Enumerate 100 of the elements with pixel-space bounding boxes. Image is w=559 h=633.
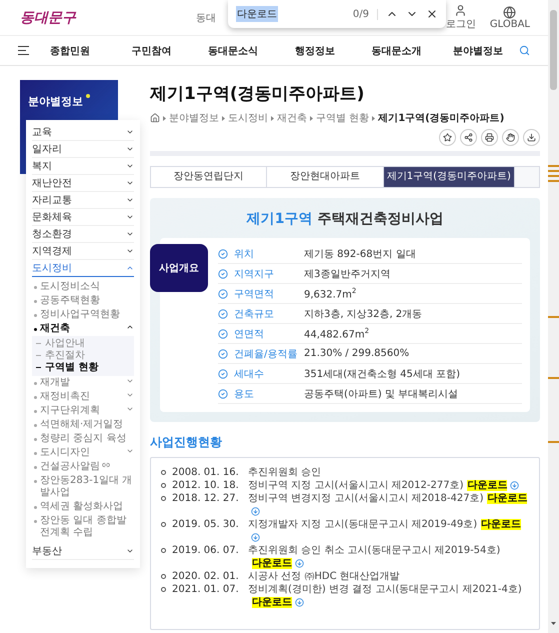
hand-button[interactable] [502,129,519,146]
chevron-right-icon [310,116,313,120]
history-text: 정비구역 지정 고시(서울시고시 제2012-277호) [248,480,464,491]
sidebar-item[interactable]: 문화체육 [32,209,134,226]
scrollbar-drawing[interactable] [548,0,559,633]
menu-button[interactable] [18,46,29,55]
breadcrumb-link[interactable]: 분야별정보 [169,111,219,125]
tab[interactable]: 제기1구역(경동미주아파트) [384,167,515,187]
chevron-down-icon [126,162,134,170]
field-value: 공동주택(아파트) 및 부대복리시설 [304,388,458,400]
tab[interactable]: 장안동연립단지 [151,167,268,187]
check-icon [218,248,228,258]
download-icon [527,133,536,142]
chevron-down-icon [126,447,134,455]
submenu-item[interactable]: 공동주택현황 [32,294,134,308]
globe-icon [503,6,516,18]
history-text: 추진위원회 승인 취소 고시(동대문구고시 제2019-54호) [248,545,500,556]
submenu-item[interactable]: 역세권 활성화사업 [32,500,134,514]
submenu-item[interactable]: 석면해체·제거일정 [32,418,134,432]
sidebar-item[interactable]: 일자리 [32,141,134,158]
bullet-icon [161,483,166,488]
nav-item[interactable]: 동대문소개 [356,44,438,58]
share-button[interactable] [460,129,477,146]
field-value: 21.30% / 299.8560% [304,348,410,359]
nav-item[interactable]: 구민참여 [110,44,192,58]
submenu-item[interactable]: 지구단위계획 [32,404,134,418]
match-count: 0/9 [352,8,378,20]
sidebar-item[interactable]: 복지 [32,158,134,175]
sidebar-item[interactable]: 재난안전 [32,175,134,192]
download-link[interactable]: 다운로드 [252,558,292,569]
chevron-down-icon [126,179,134,187]
logo[interactable]: 동대문구 [20,8,76,26]
submenu-item[interactable]: 정비사업구역현황 [32,308,134,322]
submenu-item[interactable]: 도시디자인 [32,446,134,460]
download-button[interactable] [523,129,540,146]
printer-icon [485,133,494,142]
breadcrumb-link[interactable]: 도시정비 [228,111,268,125]
submenu-item[interactable]: 청량리 중심지 육성 [32,432,134,446]
history-date: 2019. 05. 30. [172,518,240,531]
sidebar-item[interactable]: 청소환경 [32,226,134,243]
check-icon [218,368,228,378]
bullet-icon [161,496,166,501]
chevron-down-icon [126,247,134,255]
check-icon [218,348,228,358]
global-button[interactable]: GLOBAL [486,6,534,30]
chevron-down-icon [126,547,134,555]
chevron-up-icon [126,264,134,272]
download-icon[interactable] [251,506,260,516]
download-link[interactable]: 다운로드 [487,493,528,504]
menu-icon [18,46,29,55]
sidebar-item[interactable]: 자리교통 [32,192,134,209]
submenu-item[interactable]: 재개발 [32,376,134,390]
nav-item[interactable]: 종합민원 [29,44,111,58]
download-icon[interactable] [295,558,304,568]
field-value: 제3종일반주거지역 [304,268,390,280]
search-hint: 동대 [196,12,216,24]
nav-item[interactable]: 분야별정보 [437,44,520,58]
submenu-item[interactable]: 재건축 [32,322,134,336]
sidebar-item[interactable]: 부동산 [32,543,134,560]
sidebar-item[interactable]: 지역경제 [32,243,134,260]
submenu-item[interactable]: 재정비촉진 [32,390,134,404]
history-date: 2018. 12. 27. [172,492,240,505]
submenu-item[interactable]: 도시정비소식 [32,280,134,294]
bullet-icon [161,522,166,527]
close-button[interactable] [426,8,438,20]
tab[interactable]: 장안현대아파트 [267,167,384,187]
submenu-item[interactable]: 장안동283-1일대 개발사업 [32,474,134,500]
field-value: 44,482.67m$^{2}$ [304,326,370,340]
star-icon [443,133,452,142]
submenu-item[interactable]: 장안동 일대 종합발전계획 수립 [32,514,134,540]
breadcrumb-link[interactable]: 제기1구역(경동미주아파트) [378,111,504,125]
nav-item[interactable]: 동대문소식 [192,44,274,58]
download-link[interactable]: 다운로드 [481,519,522,530]
chevron-down-icon [126,213,134,221]
download-icon[interactable] [510,480,520,490]
print-button[interactable] [481,129,498,146]
nav-item[interactable]: 행정정보 [274,44,356,58]
home-icon[interactable] [150,113,160,123]
submenu-item[interactable]: 구역별 현황 [36,362,130,374]
submenu-item[interactable]: 건설공사알림 [32,460,134,474]
sidebar-item[interactable]: 교육 [32,124,134,141]
check-icon [218,268,228,278]
check-icon [218,388,228,398]
favorite-button[interactable] [439,129,456,146]
download-icon[interactable] [295,598,304,607]
overview-label: 사업개요 [150,244,208,292]
breadcrumb-link[interactable]: 구역별 현황 [316,111,370,125]
search-button[interactable] [519,45,530,56]
download-link[interactable]: 다운로드 [467,480,508,491]
field-label: 위치 [234,248,255,260]
dot-icon [86,94,90,98]
overview-title: 제기1구역 주택재건축정비사업 [245,210,444,228]
breadcrumb-link[interactable]: 재건축 [277,111,307,125]
sidebar-item[interactable]: 도시정비 [32,260,134,277]
find-input[interactable]: 다운로드 [236,6,278,22]
download-icon[interactable] [251,532,260,542]
login-button[interactable]: 로그인 [442,4,480,31]
download-link[interactable]: 다운로드 [252,597,292,608]
bullet-icon [161,548,166,553]
field-value: 351세대(재건축소형 45세대 포함) [304,368,460,380]
